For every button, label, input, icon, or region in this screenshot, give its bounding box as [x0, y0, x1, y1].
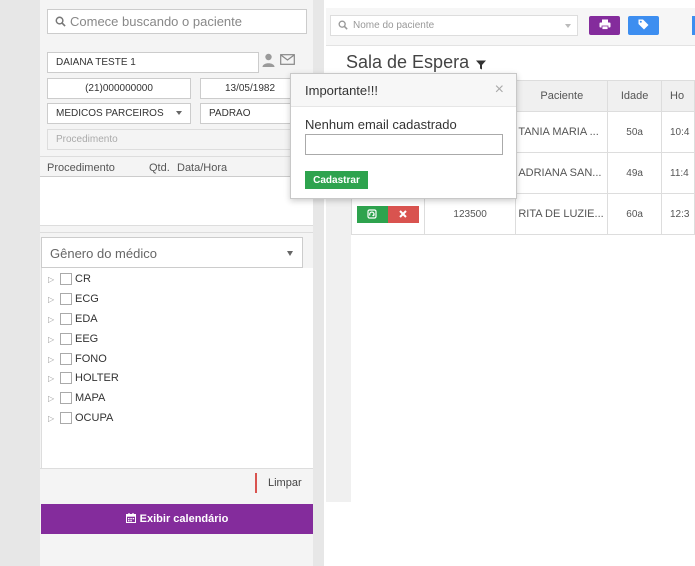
checkbox[interactable] — [60, 412, 72, 424]
chevron-down-icon — [565, 24, 571, 28]
header-idade[interactable]: Idade — [607, 80, 662, 112]
checkbox[interactable] — [60, 392, 72, 404]
header-hora[interactable]: Ho — [661, 80, 695, 112]
search-icon — [55, 15, 66, 30]
divider — [40, 232, 313, 233]
limpar-button[interactable]: Limpar — [268, 477, 302, 489]
row-actions — [351, 193, 425, 235]
birthdate-field[interactable]: 13/05/1982 — [200, 78, 300, 99]
nome-paciente-select[interactable]: Nome do paciente — [330, 15, 578, 36]
row-idade: 60a — [607, 193, 662, 235]
email-input[interactable] — [305, 134, 503, 155]
tree-item-fono[interactable]: ▷ FONO — [48, 351, 107, 367]
checkbox[interactable] — [60, 273, 72, 285]
patient-search-input[interactable]: Comece buscando o paciente — [47, 9, 307, 34]
header-paciente[interactable]: Paciente — [515, 80, 609, 112]
specialty-tree: ▷ CR ▷ ECG ▷ EDA ▷ EEG ▷ FONO ▷ HOLTER ▷ MAPA ▷… — [41, 268, 313, 468]
user-icon[interactable] — [262, 53, 275, 70]
calendar-icon — [125, 512, 136, 526]
nome-paciente-placeholder: Nome do paciente — [353, 20, 435, 31]
genero-placeholder: Gênero do médico — [50, 246, 157, 261]
tree-item-ecg[interactable]: ▷ ECG — [48, 291, 99, 307]
table-row[interactable]: 123500 RITA DE LUZIE... 60a 12:3 — [351, 193, 695, 235]
convenio-select[interactable]: MEDICOS PARCEIROS — [47, 103, 191, 124]
checkbox[interactable] — [60, 333, 72, 345]
plano-value: PADRAO — [209, 108, 251, 119]
close-icon[interactable]: × — [495, 81, 504, 99]
divider — [40, 156, 313, 157]
calendar-button-label: Exibir calendário — [139, 513, 229, 525]
email-popover: Importante!!! × Nenhum email cadastrado … — [290, 73, 517, 199]
tree-item-ocupa[interactable]: ▷ OCUPA — [48, 410, 113, 426]
tag-button[interactable] — [628, 16, 659, 35]
convenio-value: MEDICOS PARCEIROS — [56, 108, 164, 119]
print-icon — [599, 19, 611, 33]
chevron-down-icon — [176, 111, 182, 115]
popover-title: Importante!!! — [291, 74, 516, 107]
procedimento-input[interactable]: Procedimento — [47, 129, 307, 150]
tree-item-cr[interactable]: ▷ CR — [48, 271, 91, 287]
row-hora: 10:4 — [661, 111, 695, 153]
search-icon — [338, 20, 348, 33]
tree-item-eda[interactable]: ▷ EDA — [48, 311, 98, 327]
plano-select[interactable]: PADRAO — [200, 103, 300, 124]
expand-icon[interactable]: ▷ — [48, 414, 60, 423]
row-paciente: ADRIANA SAN... — [515, 152, 609, 194]
expand-icon[interactable]: ▷ — [48, 394, 60, 403]
expand-icon[interactable]: ▷ — [48, 355, 60, 364]
procedure-list — [40, 176, 313, 226]
tree-item-eeg[interactable]: ▷ EEG — [48, 331, 98, 347]
refresh-button[interactable] — [356, 205, 388, 223]
tag-icon — [638, 19, 649, 33]
expand-icon[interactable]: ▷ — [48, 315, 60, 324]
tree-item-holter[interactable]: ▷ HOLTER — [48, 370, 119, 386]
phone-field[interactable]: (21)000000000 — [47, 78, 191, 99]
patient-name-field[interactable]: DAIANA TESTE 1 — [47, 52, 259, 73]
remove-button[interactable] — [387, 205, 419, 223]
page-title: Sala de Espera — [346, 52, 470, 72]
filter-icon[interactable] — [476, 60, 486, 73]
envelope-icon[interactable] — [280, 54, 295, 68]
patient-search-placeholder: Comece buscando o paciente — [70, 14, 243, 29]
chevron-down-icon — [287, 251, 293, 256]
checkbox[interactable] — [60, 313, 72, 325]
checkbox[interactable] — [60, 353, 72, 365]
tree-item-mapa[interactable]: ▷ MAPA — [48, 390, 105, 406]
row-idade: 49a — [607, 152, 662, 194]
row-codigo: 123500 — [423, 193, 517, 235]
row-paciente: TANIA MARIA ... — [515, 111, 609, 153]
popover-message: Nenhum email cadastrado — [305, 117, 457, 132]
print-button[interactable] — [589, 16, 620, 35]
expand-icon[interactable]: ▷ — [48, 374, 60, 383]
row-hora: 12:3 — [661, 193, 695, 235]
checkbox[interactable] — [60, 372, 72, 384]
refresh-icon — [367, 209, 378, 219]
expand-icon[interactable]: ▷ — [48, 275, 60, 284]
header-qtd: Qtd. — [149, 162, 170, 174]
checkbox[interactable] — [60, 293, 72, 305]
cadastrar-button[interactable]: Cadastrar — [305, 171, 368, 189]
close-icon — [399, 210, 408, 218]
genero-medico-select[interactable]: Gênero do médico — [41, 237, 303, 268]
expand-icon[interactable]: ▷ — [48, 295, 60, 304]
header-data-hora: Data/Hora — [177, 162, 228, 174]
exibir-calendario-button[interactable]: Exibir calendário — [41, 504, 313, 534]
limpar-marker — [255, 473, 257, 493]
header-procedimento: Procedimento — [47, 162, 115, 174]
row-paciente: RITA DE LUZIE... — [515, 193, 609, 235]
row-idade: 50a — [607, 111, 662, 153]
expand-icon[interactable]: ▷ — [48, 335, 60, 344]
row-hora: 11:4 — [661, 152, 695, 194]
